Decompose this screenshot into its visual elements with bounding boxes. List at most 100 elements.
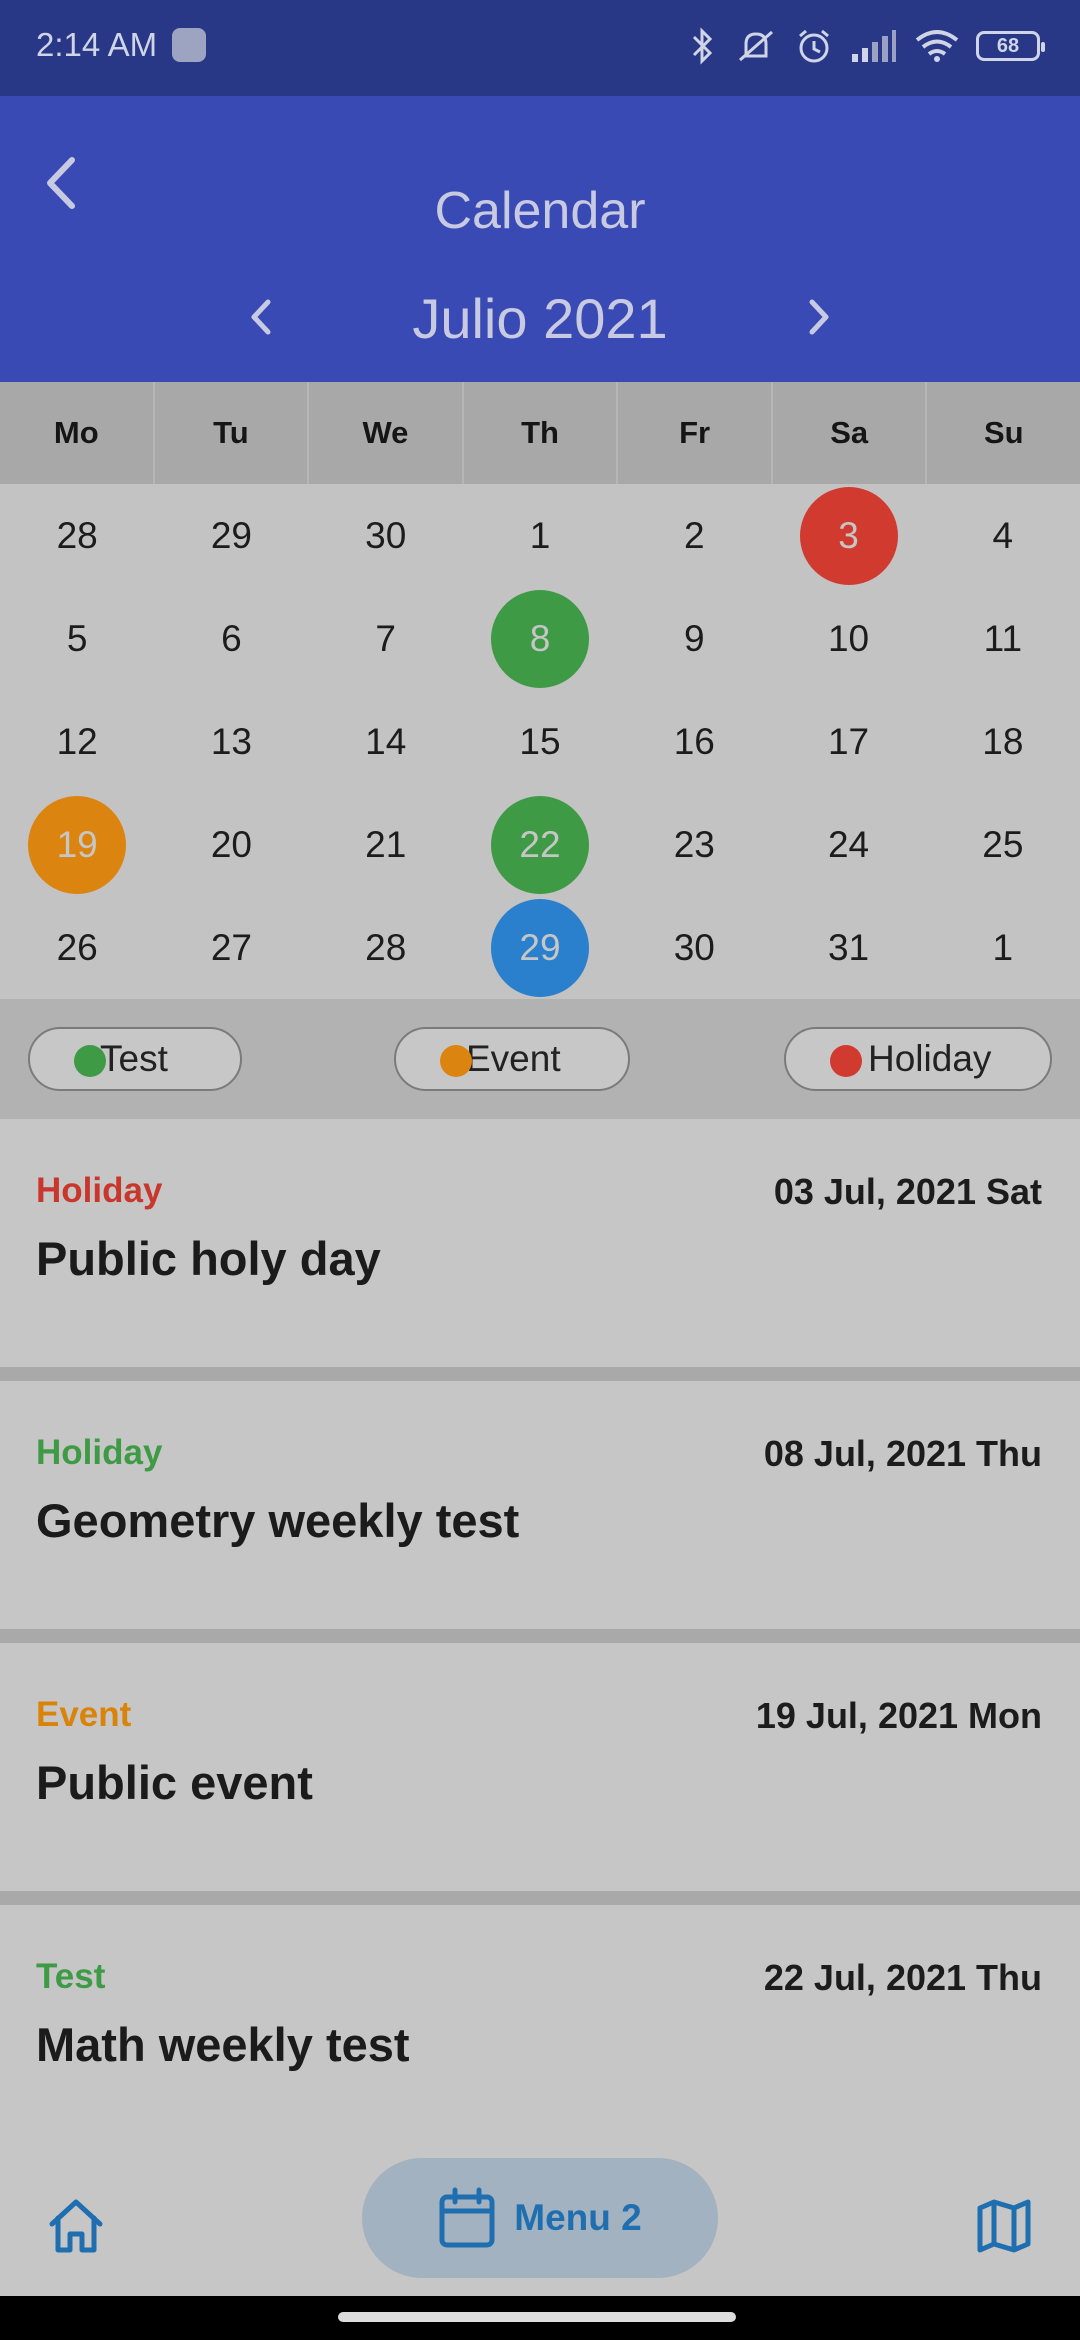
legend-dot (74, 1045, 106, 1077)
calendar-week-row: 19 20 21 22 23 24 25 (0, 793, 1080, 896)
calendar-day[interactable]: 9 (617, 587, 771, 690)
event-category: Test (36, 1957, 106, 1996)
bottom-navigation: Menu 2 (0, 2140, 1080, 2296)
calendar-day[interactable]: 6 (154, 587, 308, 690)
calendar-week-row: 26 27 28 29 30 31 1 (0, 896, 1080, 999)
calendar-day[interactable]: 4 (926, 484, 1080, 587)
calendar-day[interactable]: 23 (617, 793, 771, 896)
home-indicator[interactable] (338, 2312, 736, 2322)
weekday-label: Mo (0, 382, 155, 484)
legend-label: Test (100, 1038, 168, 1079)
weekday-label: Su (983, 415, 1024, 450)
month-navigator: Julio 2021 (0, 276, 1080, 356)
status-bar: 2:14 AM 68 (0, 0, 1080, 96)
calendar-day[interactable]: 17 (771, 690, 925, 793)
month-label: Julio 2021 (412, 287, 668, 350)
weekday-label: Fr (618, 382, 773, 484)
calendar-day[interactable]: 29 (154, 484, 308, 587)
event-card[interactable]: Holiday 08 Jul, 2021 Thu Geometry weekly… (0, 1381, 1080, 1643)
calendar-day-marker: 29 (490, 898, 589, 997)
legend-label: Event (466, 1038, 561, 1079)
event-title: Public holy day (36, 1232, 381, 1285)
home-icon[interactable] (44, 2194, 108, 2258)
notification-icon (172, 28, 206, 62)
calendar-day[interactable]: 24 (771, 793, 925, 896)
weekday-label: Th (464, 382, 619, 484)
weekday-label: Tu (155, 382, 310, 484)
calendar-day[interactable]: 30 (617, 896, 771, 999)
calendar-day[interactable]: 11 (926, 587, 1080, 690)
legend-chip-holiday[interactable]: Holiday (784, 1027, 1052, 1091)
calendar-day[interactable]: 12 (0, 690, 154, 793)
event-category: Event (36, 1695, 132, 1734)
status-icons: 68 (688, 22, 1045, 70)
calendar-grid: 28 29 30 1 2 3 4 5 6 7 8 9 10 11 12 13 14 15 16 17 18 19 20 21 2… (0, 484, 1080, 999)
calendar-day[interactable]: 27 (154, 896, 308, 999)
chevron-right-icon[interactable] (796, 292, 840, 342)
calendar-day[interactable]: 25 (926, 793, 1080, 896)
legend-bar: Test Event Holiday (0, 999, 1080, 1119)
event-date: 19 Jul, 2021 Mon (755, 1695, 1042, 1736)
calendar-day[interactable]: 15 (463, 690, 617, 793)
calendar-day[interactable]: 26 (0, 896, 154, 999)
legend-chip-test[interactable]: Test (28, 1027, 242, 1091)
divider (0, 1629, 1080, 1643)
event-list: Holiday 03 Jul, 2021 Sat Public holy day… (0, 1119, 1080, 2140)
calendar-day[interactable]: 1 (926, 896, 1080, 999)
calendar-day[interactable]: 18 (926, 690, 1080, 793)
calendar-day[interactable]: 29 (463, 896, 617, 999)
legend-chip-event[interactable]: Event (394, 1027, 630, 1091)
calendar-day[interactable]: 14 (309, 690, 463, 793)
divider (0, 1367, 1080, 1381)
calendar-day[interactable]: 28 (309, 896, 463, 999)
calendar-day[interactable]: 30 (309, 484, 463, 587)
calendar-day[interactable]: 13 (154, 690, 308, 793)
alarm-icon (799, 29, 829, 63)
calendar-day[interactable]: 7 (309, 587, 463, 690)
event-category: Holiday (36, 1171, 163, 1210)
status-time: 2:14 AM (36, 26, 158, 63)
calendar-day-marker: 19 (28, 795, 127, 894)
calendar-day-marker: 8 (490, 589, 589, 688)
calendar-day[interactable]: 22 (463, 793, 617, 896)
event-date: 22 Jul, 2021 Thu (763, 1957, 1042, 1998)
gesture-bar (0, 2296, 1080, 2340)
signal-icon (852, 30, 896, 62)
calendar-day-marker: 3 (799, 486, 898, 585)
event-title: Math weekly test (36, 2018, 410, 2071)
bluetooth-icon (692, 27, 713, 65)
calendar-day[interactable]: 3 (771, 484, 925, 587)
calendar-day[interactable]: 16 (617, 690, 771, 793)
legend-dot (830, 1045, 862, 1077)
nav-item-menu-2[interactable]: Menu 2 (362, 2158, 718, 2278)
calendar-day[interactable]: 8 (463, 587, 617, 690)
mute-icon (739, 30, 773, 62)
calendar-day[interactable]: 21 (309, 793, 463, 896)
calendar-day[interactable]: 28 (0, 484, 154, 587)
app-bar: Calendar Julio 2021 (0, 96, 1080, 382)
map-icon[interactable] (972, 2194, 1036, 2258)
calendar-day[interactable]: 20 (154, 793, 308, 896)
calendar-week-row: 28 29 30 1 2 3 4 (0, 484, 1080, 587)
calendar-day[interactable]: 5 (0, 587, 154, 690)
calendar-day-marker: 22 (490, 795, 589, 894)
event-date: 08 Jul, 2021 Thu (763, 1433, 1042, 1474)
event-category: Holiday (36, 1433, 163, 1472)
calendar-day[interactable]: 2 (617, 484, 771, 587)
calendar-icon (439, 2187, 495, 2248)
weekday-header: Mo Tu We Th Fr Sa Su (0, 382, 1080, 484)
battery-icon: 68 (976, 31, 1045, 61)
page-title: Calendar (434, 182, 646, 240)
event-card[interactable]: Event 19 Jul, 2021 Mon Public event (0, 1643, 1080, 1905)
event-card[interactable]: Test 22 Jul, 2021 Thu Math weekly test (0, 1905, 1080, 2140)
calendar-day[interactable]: 19 (0, 793, 154, 896)
calendar-week-row: 12 13 14 15 16 17 18 (0, 690, 1080, 793)
calendar-day[interactable]: 1 (463, 484, 617, 587)
weekday-label: We (309, 382, 464, 484)
event-card[interactable]: Holiday 03 Jul, 2021 Sat Public holy day (0, 1119, 1080, 1381)
event-title: Public event (36, 1756, 313, 1809)
divider (0, 1891, 1080, 1905)
calendar-day[interactable]: 10 (771, 587, 925, 690)
nav-item-label: Menu 2 (514, 2197, 642, 2238)
calendar-day[interactable]: 31 (771, 896, 925, 999)
